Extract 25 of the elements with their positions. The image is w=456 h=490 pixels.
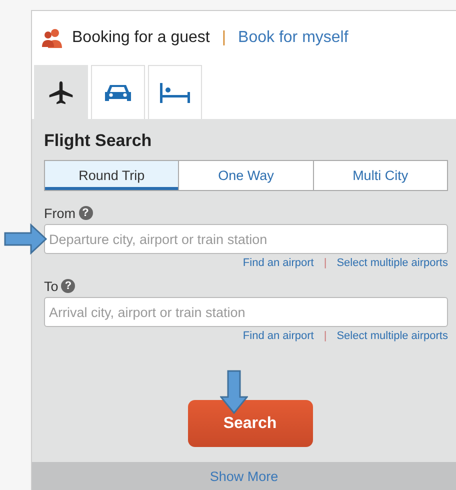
travel-tab[interactable] [148,65,202,119]
travel-tab[interactable] [91,65,145,119]
trip-type-tab[interactable]: Round Trip [45,161,178,190]
field-label: To [44,278,58,294]
people-icon [42,27,64,49]
select-airports-link[interactable]: Select multiple airports [336,330,448,342]
find-airport-link[interactable]: Find an airport [242,257,314,269]
book-for-myself-link[interactable]: Book for myself [238,29,348,47]
bed-icon [159,82,191,104]
booking-mode-label: Booking for a guest [72,29,210,47]
help-icon[interactable]: ? [61,279,76,293]
separator: | [324,330,327,342]
select-airports-link[interactable]: Select multiple airports [336,257,448,269]
airplane-icon [47,78,75,106]
help-icon[interactable]: ? [78,206,92,220]
location-input[interactable]: Departure city, airport or train station [44,224,448,254]
field-label: From [44,206,76,220]
separator: | [324,257,327,269]
travel-tab[interactable] [34,65,88,119]
show-more-button[interactable]: Show More [32,462,456,490]
find-airport-link[interactable]: Find an airport [242,330,314,342]
search-button[interactable]: Search [188,400,312,447]
separator: | [222,29,226,47]
location-input[interactable]: Arrival city, airport or train station [44,297,448,327]
section-title: Flight Search [44,131,153,151]
